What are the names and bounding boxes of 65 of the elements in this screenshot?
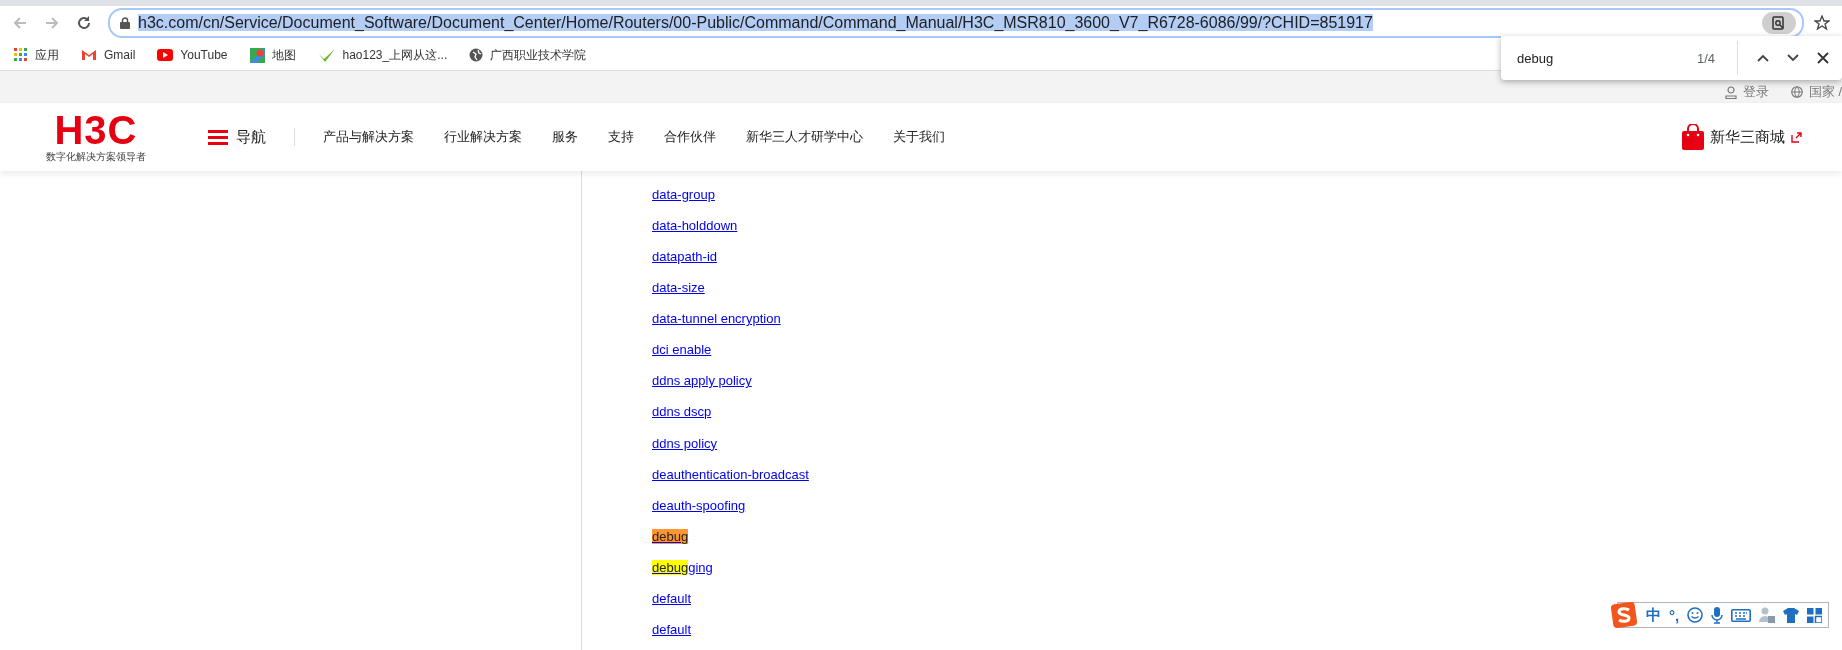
command-link[interactable]: ddns dscp [652,402,809,434]
bookmark[interactable]: 地图 [249,46,296,64]
chevron-up-icon[interactable] [1757,54,1769,62]
command-link[interactable]: default [652,588,809,620]
map-pin-icon [249,47,265,63]
nav-link[interactable]: 合作伙伴 [664,128,716,146]
bookmark[interactable]: Gmail [81,48,136,62]
user-icon [1724,85,1737,99]
command-link[interactable]: data-tunnel encryption [652,309,809,341]
punctuation-toggle[interactable]: °, [1669,606,1680,624]
address-bar[interactable]: h3c.com/cn/Service/Document_Software/Document_Center/Home/Routers/00-Public/Command/Command_Manual/H3C_MSR810_3600_V7_R6728-6086/99/?CHID=851917 [108,8,1804,38]
command-link[interactable]: data-size [652,278,809,310]
command-link[interactable]: deauthentication-broadcast [652,464,809,496]
command-link[interactable]: default [652,619,809,650]
user-icon[interactable] [1759,607,1776,623]
chevron-down-icon[interactable] [1787,54,1799,62]
command-link[interactable]: ddns apply policy [652,371,809,403]
bookmark[interactable]: 应用 [14,46,59,64]
region-link[interactable]: 国家 / [1808,83,1842,101]
nav-link[interactable]: 产品与解决方案 [323,128,414,146]
star-icon[interactable] [1814,15,1830,31]
command-link[interactable]: data-holddown [652,216,809,248]
input-mode-toggle[interactable]: 中 [1646,605,1661,625]
microphone-icon[interactable] [1711,606,1724,624]
search-icon [1772,16,1786,30]
keyboard-icon[interactable] [1731,608,1752,622]
bookmark[interactable]: 广西职业技术学院 [469,46,587,64]
apps-grid-icon [14,48,28,62]
command-link[interactable]: deauth-spoofing [652,495,809,527]
logo-text[interactable]: H3C [54,110,138,150]
smiley-icon[interactable] [1687,607,1704,623]
shirt-icon[interactable] [1783,607,1800,623]
nav-link[interactable]: 新华三人才研学中心 [746,128,863,146]
checkmark-icon [317,47,336,63]
command-link[interactable]: dci enable [652,340,809,372]
globe-icon [469,48,484,62]
ime-logo-icon[interactable] [1610,601,1638,629]
menu-icon [208,129,228,145]
close-icon[interactable] [1817,52,1829,64]
nav-toggle[interactable]: 导航 [208,127,266,147]
reload-icon[interactable] [76,15,92,31]
command-link[interactable]: data-group [652,185,809,217]
nav-link[interactable]: 支持 [608,128,634,146]
shopping-bag-icon [1682,124,1704,150]
bookmark[interactable]: YouTube [157,48,228,62]
nav-link[interactable]: 服务 [552,128,578,146]
external-link-icon [1791,131,1802,143]
envelope-icon [81,49,97,61]
command-link[interactable]: datapath-id [652,247,809,279]
find-input[interactable]: debug [1517,50,1697,66]
command-link[interactable]: debug [652,526,809,558]
tagline: 数字化解决方案领导者 [46,150,146,164]
command-link[interactable]: ddns policy [652,433,809,465]
login-link[interactable]: 登录 [1742,83,1769,101]
nav-link[interactable]: 行业解决方案 [444,128,522,146]
url-text: h3c.com/cn/Service/Document_Software/Document_Center/Home/Routers/00-Public/Command/Command_Manual/H3C_MSR810_3600_V7_R6728-6086/99/?CHID=851917 [138,14,1373,31]
match-count: 1/4 [1697,50,1717,66]
bookmark[interactable]: hao123_上网从这... [317,46,448,64]
find-page-button[interactable] [1762,12,1796,34]
lock-icon [120,17,130,29]
globe-icon [1790,86,1803,98]
grid-icon[interactable] [1807,607,1823,623]
nav-link[interactable]: 关于我们 [893,128,945,146]
shop-link[interactable]: 新华三商城 [1710,127,1785,147]
play-icon [157,49,174,61]
